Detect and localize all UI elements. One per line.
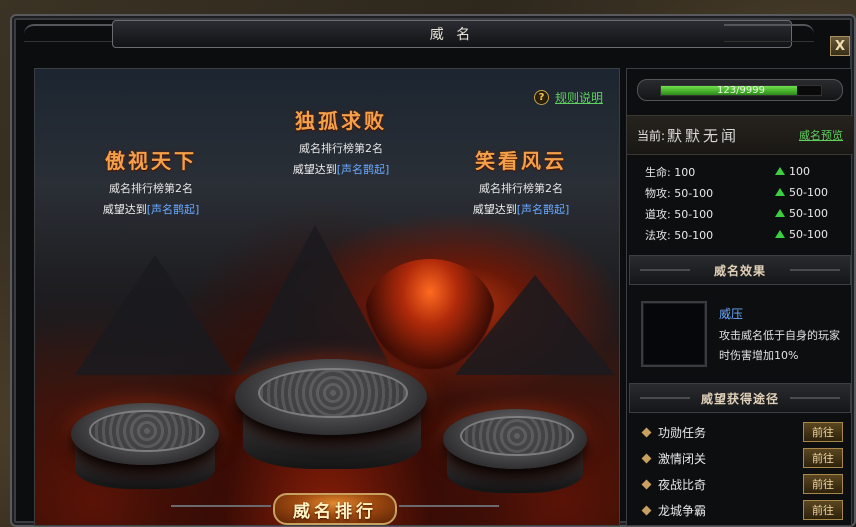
up-arrow-icon: [775, 187, 785, 196]
rank-title: 独孤求败: [295, 109, 387, 133]
title-ornament-right: [724, 24, 814, 42]
window-title: 威 名: [429, 27, 475, 43]
requirement-value: [声名鹊起]: [146, 203, 200, 216]
button-ornament-left: [171, 505, 271, 511]
list-item: 激情闭关 前往: [637, 445, 847, 471]
rank-position: 威名排行榜第2名: [109, 182, 193, 195]
current-title-row: 当前: 默默无闻 威名预览: [627, 115, 853, 155]
requirement-label: 威望达到: [472, 203, 517, 216]
ranking-button[interactable]: 威名排行: [273, 493, 397, 525]
question-icon: ?: [533, 90, 549, 105]
list-item: 夜战比奇 前往: [637, 471, 847, 497]
rank-requirement: 威望达到[声名鹊起]: [261, 161, 421, 177]
effect-description: 攻击威名低于自身的玩家时伤害增加10%: [719, 329, 840, 362]
prestige-bar-frame: 123/9999: [637, 79, 843, 101]
go-button[interactable]: 前往: [803, 474, 843, 494]
diamond-bullet-icon: [641, 453, 652, 463]
rules-help[interactable]: ? 规则说明: [533, 89, 603, 106]
rank-card-right: 笑看风云 威名排行榜第2名 威望达到[声名鹊起]: [441, 145, 601, 217]
title-ornament-left: [24, 24, 114, 42]
stat-row: 道攻: 50-100 50-100: [645, 203, 845, 224]
prestige-window: 威 名 X ? 规则说明 傲视天下 威名排行榜第2名 威望达到[声名鹊起] 独孤…: [10, 14, 856, 527]
stat-value: 生命: 100: [645, 165, 696, 179]
pedestal-left[interactable]: [71, 403, 219, 465]
pedestal-right[interactable]: [443, 409, 587, 469]
way-label: 激情闭关: [658, 451, 707, 466]
stat-row: 物攻: 50-100 50-100: [645, 182, 845, 203]
close-button[interactable]: X: [830, 36, 850, 56]
list-item: 龙城争霸 前往: [637, 497, 847, 523]
up-arrow-icon: [775, 208, 785, 217]
stat-bonus: 50-100: [789, 186, 828, 199]
go-button[interactable]: 前往: [803, 422, 843, 442]
effect-section-header: 威名效果: [629, 255, 851, 285]
stat-row: 生命: 100 100: [645, 161, 845, 182]
rank-position: 威名排行榜第2名: [299, 142, 383, 155]
rank-requirement: 威望达到[声名鹊起]: [441, 201, 601, 217]
requirement-label: 威望达到: [292, 163, 337, 176]
stat-bonus: 50-100: [789, 207, 828, 220]
up-arrow-icon: [775, 229, 785, 238]
stat-value: 物攻: 50-100: [645, 186, 714, 200]
rank-requirement: 威望达到[声名鹊起]: [71, 201, 231, 217]
prestige-progress-bar: 123/9999: [660, 85, 822, 96]
ways-list: 功勋任务 前往 激情闭关 前往 夜战比奇 前往 龙城争霸 前往: [637, 419, 847, 523]
rank-card-left: 傲视天下 威名排行榜第2名 威望达到[声名鹊起]: [71, 145, 231, 217]
stat-row: 法攻: 50-100 50-100: [645, 224, 845, 245]
diamond-bullet-icon: [641, 479, 652, 489]
up-arrow-icon: [775, 166, 785, 175]
ways-section-header: 威望获得途径: [629, 383, 851, 413]
stats-list: 生命: 100 100 物攻: 50-100 50-100 道攻: 50-100…: [645, 161, 845, 245]
rank-card-center: 独孤求败 威名排行榜第2名 威望达到[声名鹊起]: [261, 105, 421, 177]
button-ornament-right: [399, 505, 499, 511]
rules-link[interactable]: 规则说明: [555, 89, 603, 106]
rank-title: 傲视天下: [105, 149, 197, 173]
info-panel: 123/9999 当前: 默默无闻 威名预览 生命: 100 100 物攻: 5…: [626, 68, 853, 526]
current-label: 当前:: [637, 128, 666, 143]
requirement-label: 威望达到: [102, 203, 147, 216]
go-button[interactable]: 前往: [803, 448, 843, 468]
stat-bonus: 50-100: [789, 228, 828, 241]
current-title: 默默无闻: [667, 126, 740, 145]
stat-value: 道攻: 50-100: [645, 207, 714, 221]
go-button[interactable]: 前往: [803, 500, 843, 520]
window-titlebar[interactable]: 威 名: [112, 20, 792, 48]
pedestal-center[interactable]: [235, 359, 427, 435]
rank-position: 威名排行榜第2名: [479, 182, 563, 195]
way-label: 功勋任务: [658, 425, 707, 440]
way-label: 龙城争霸: [658, 503, 707, 518]
ranking-scene: ? 规则说明 傲视天下 威名排行榜第2名 威望达到[声名鹊起] 独孤求败 威名排…: [34, 68, 620, 526]
mountain-silhouette: [75, 255, 235, 375]
volcano-image: [365, 259, 495, 369]
stat-bonus: 100: [789, 165, 810, 178]
effect-name: 威压: [719, 307, 744, 321]
diamond-bullet-icon: [641, 505, 652, 515]
diamond-bullet-icon: [641, 427, 652, 437]
prestige-progress-text: 123/9999: [717, 85, 765, 96]
requirement-value: [声名鹊起]: [336, 163, 390, 176]
title-preview-link[interactable]: 威名预览: [799, 127, 843, 143]
way-label: 夜战比奇: [658, 477, 707, 492]
rank-title: 笑看风云: [475, 149, 567, 173]
stat-value: 法攻: 50-100: [645, 228, 714, 242]
list-item: 功勋任务 前往: [637, 419, 847, 445]
requirement-value: [声名鹊起]: [516, 203, 570, 216]
effect-icon-slot: [641, 301, 707, 367]
